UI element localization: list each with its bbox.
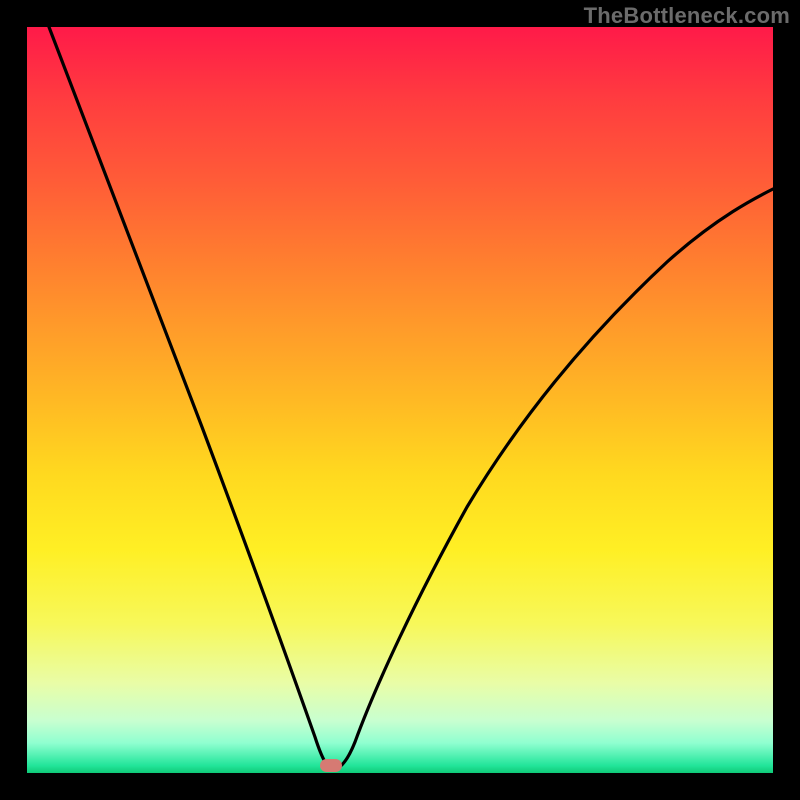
watermark-text: TheBottleneck.com [584, 3, 790, 29]
chart-frame: TheBottleneck.com [0, 0, 800, 800]
optimal-point-marker [320, 759, 342, 772]
bottleneck-curve [27, 27, 773, 773]
chart-plot-area [27, 27, 773, 773]
curve-path [49, 27, 773, 769]
